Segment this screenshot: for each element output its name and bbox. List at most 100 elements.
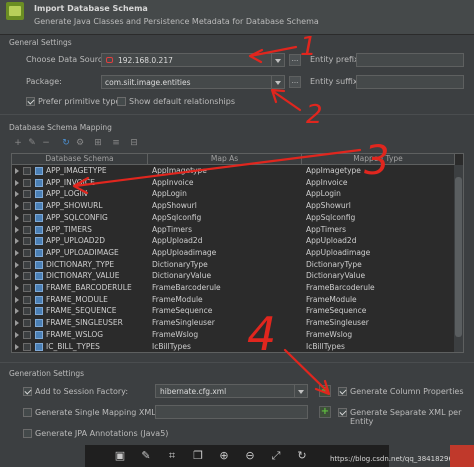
table-row[interactable]: FRAME_SEQUENCE FrameSequence FrameSequence (12, 305, 455, 317)
row-checkbox[interactable] (23, 284, 31, 292)
rotate-icon[interactable]: ↻ (295, 449, 309, 463)
table-row[interactable]: APP_SQLCONFIG AppSqlconfig AppSqlconfig (12, 212, 455, 224)
data-source-browse-button[interactable]: ... (289, 54, 301, 66)
row-checkbox[interactable] (23, 319, 31, 328)
save-icon[interactable]: ▣ (113, 449, 127, 463)
generate-column-properties-checkbox[interactable] (338, 387, 347, 396)
map-as-cell[interactable]: AppSqlconfig (152, 213, 201, 222)
row-checkbox[interactable] (23, 248, 31, 257)
remove-icon[interactable]: − (41, 138, 51, 148)
show-default-relationships-checkbox[interactable] (117, 97, 126, 106)
generate-separate-xml-checkbox[interactable] (338, 408, 347, 417)
add-session-factory-button[interactable]: + (319, 385, 331, 397)
table-row[interactable]: FRAME_WSLOG FrameWslog FrameWslog (12, 329, 455, 341)
map-as-cell[interactable]: FrameBarcoderule (152, 283, 221, 292)
expand-arrow-icon[interactable] (15, 308, 19, 315)
map-as-cell[interactable]: AppUploadimage (152, 248, 216, 257)
expand-arrow-icon[interactable] (15, 261, 19, 268)
expand-all-icon[interactable]: ⊞ (93, 138, 103, 148)
table-row[interactable]: APP_LOGIN AppLogin AppLogin (12, 188, 455, 200)
sort-icon[interactable]: ≡ (111, 138, 121, 148)
column-header-schema[interactable]: Database Schema (12, 154, 148, 165)
map-as-cell[interactable]: AppInvoice (152, 178, 193, 187)
map-as-cell[interactable]: AppShowurl (152, 201, 197, 210)
expand-arrow-icon[interactable] (15, 249, 19, 256)
map-as-cell[interactable]: FrameWslog (152, 330, 198, 339)
row-checkbox[interactable] (23, 330, 31, 339)
edit-icon[interactable]: ✎ (27, 138, 37, 148)
map-as-cell[interactable]: AppLogin (152, 189, 187, 198)
expand-arrow-icon[interactable] (15, 203, 19, 210)
package-combo[interactable]: com.siit.image.entities (101, 75, 285, 89)
prefer-primitive-checkbox[interactable] (26, 97, 35, 106)
package-browse-button[interactable]: ... (289, 76, 301, 88)
row-checkbox[interactable] (23, 225, 31, 234)
map-as-cell[interactable]: AppUpload2d (152, 236, 202, 245)
chevron-down-icon[interactable] (294, 385, 307, 397)
expand-arrow-icon[interactable] (15, 296, 19, 303)
expand-arrow-icon[interactable] (15, 238, 19, 245)
generate-single-mapping-checkbox[interactable] (23, 408, 32, 417)
map-as-cell[interactable]: AppImagetype (152, 166, 207, 175)
settings-icon[interactable]: ⚙ (75, 138, 85, 148)
table-row[interactable]: DICTIONARY_VALUE DictionaryValue Dictionar… (12, 270, 455, 282)
data-source-combo[interactable]: 192.168.0.217 (101, 53, 285, 67)
copy-icon[interactable]: ❐ (191, 449, 205, 463)
map-as-cell[interactable]: DictionaryValue (152, 271, 211, 280)
chevron-down-icon[interactable] (271, 76, 284, 88)
table-row[interactable]: IC_BILL_TYPES IcBillTypes IcBillTypes (12, 341, 455, 353)
zoom-out-icon[interactable]: ⊖ (243, 449, 257, 463)
scrollbar-thumb[interactable] (455, 177, 462, 337)
collapse-all-icon[interactable]: ⊟ (129, 138, 139, 148)
row-checkbox[interactable] (23, 260, 31, 269)
close-overlay-button[interactable] (450, 445, 474, 467)
map-as-cell[interactable]: FrameModule (152, 295, 203, 304)
table-scrollbar[interactable] (454, 165, 463, 352)
table-row[interactable]: APP_UPLOAD2D AppUpload2d AppUpload2d (12, 235, 455, 247)
row-checkbox[interactable] (23, 272, 31, 281)
session-factory-combo[interactable]: hibernate.cfg.xml (155, 384, 308, 398)
refresh-icon[interactable]: ↻ (61, 138, 71, 148)
fit-icon[interactable]: ⤢ (269, 449, 283, 463)
row-checkbox[interactable] (23, 202, 31, 211)
row-checkbox[interactable] (23, 307, 31, 316)
row-checkbox[interactable] (23, 295, 31, 304)
map-as-cell[interactable]: FrameSingleuser (152, 318, 215, 327)
expand-arrow-icon[interactable] (15, 191, 19, 198)
crop-icon[interactable]: ⌗ (165, 449, 179, 463)
entity-prefix-input[interactable] (356, 53, 464, 67)
expand-arrow-icon[interactable] (15, 320, 19, 327)
table-row[interactable]: FRAME_SINGLEUSER FrameSingleuser FrameSing… (12, 317, 455, 329)
table-row[interactable]: APP_TIMERS AppTimers AppTimers (12, 224, 455, 236)
map-as-cell[interactable]: DictionaryType (152, 260, 208, 269)
row-checkbox[interactable] (23, 178, 31, 187)
expand-arrow-icon[interactable] (15, 226, 19, 233)
expand-arrow-icon[interactable] (15, 331, 19, 338)
table-row[interactable]: APP_SHOWURL AppShowurl AppShowurl (12, 200, 455, 212)
expand-arrow-icon[interactable] (15, 168, 19, 174)
table-row[interactable]: APP_IMAGETYPE AppImagetype AppImagetype (12, 165, 455, 177)
table-row[interactable]: FRAME_MODULE FrameModule FrameModule (12, 294, 455, 306)
row-checkbox[interactable] (23, 213, 31, 222)
edit-icon[interactable]: ✎ (139, 449, 153, 463)
expand-arrow-icon[interactable] (15, 214, 19, 221)
expand-arrow-icon[interactable] (15, 285, 19, 291)
row-checkbox[interactable] (23, 237, 31, 246)
map-as-cell[interactable]: AppTimers (152, 225, 192, 234)
column-header-mapped-type[interactable]: Mapped Type (302, 154, 455, 165)
expand-arrow-icon[interactable] (15, 273, 19, 280)
column-header-map-as[interactable]: Map As (148, 154, 302, 165)
single-mapping-input[interactable] (155, 405, 308, 419)
row-checkbox[interactable] (23, 167, 31, 175)
map-as-cell[interactable]: IcBillTypes (152, 342, 191, 351)
add-icon[interactable]: + (13, 138, 23, 148)
generate-jpa-checkbox[interactable] (23, 429, 32, 438)
table-row[interactable]: FRAME_BARCODERULE FrameBarcoderule FrameBa… (12, 282, 455, 294)
table-row[interactable]: APP_UPLOADIMAGE AppUploadimage AppUploadim… (12, 247, 455, 259)
map-as-cell[interactable]: FrameSequence (152, 306, 212, 315)
row-checkbox[interactable] (23, 190, 31, 199)
row-checkbox[interactable] (23, 342, 31, 351)
chevron-down-icon[interactable] (271, 54, 284, 66)
expand-arrow-icon[interactable] (15, 343, 19, 350)
expand-arrow-icon[interactable] (15, 179, 19, 186)
